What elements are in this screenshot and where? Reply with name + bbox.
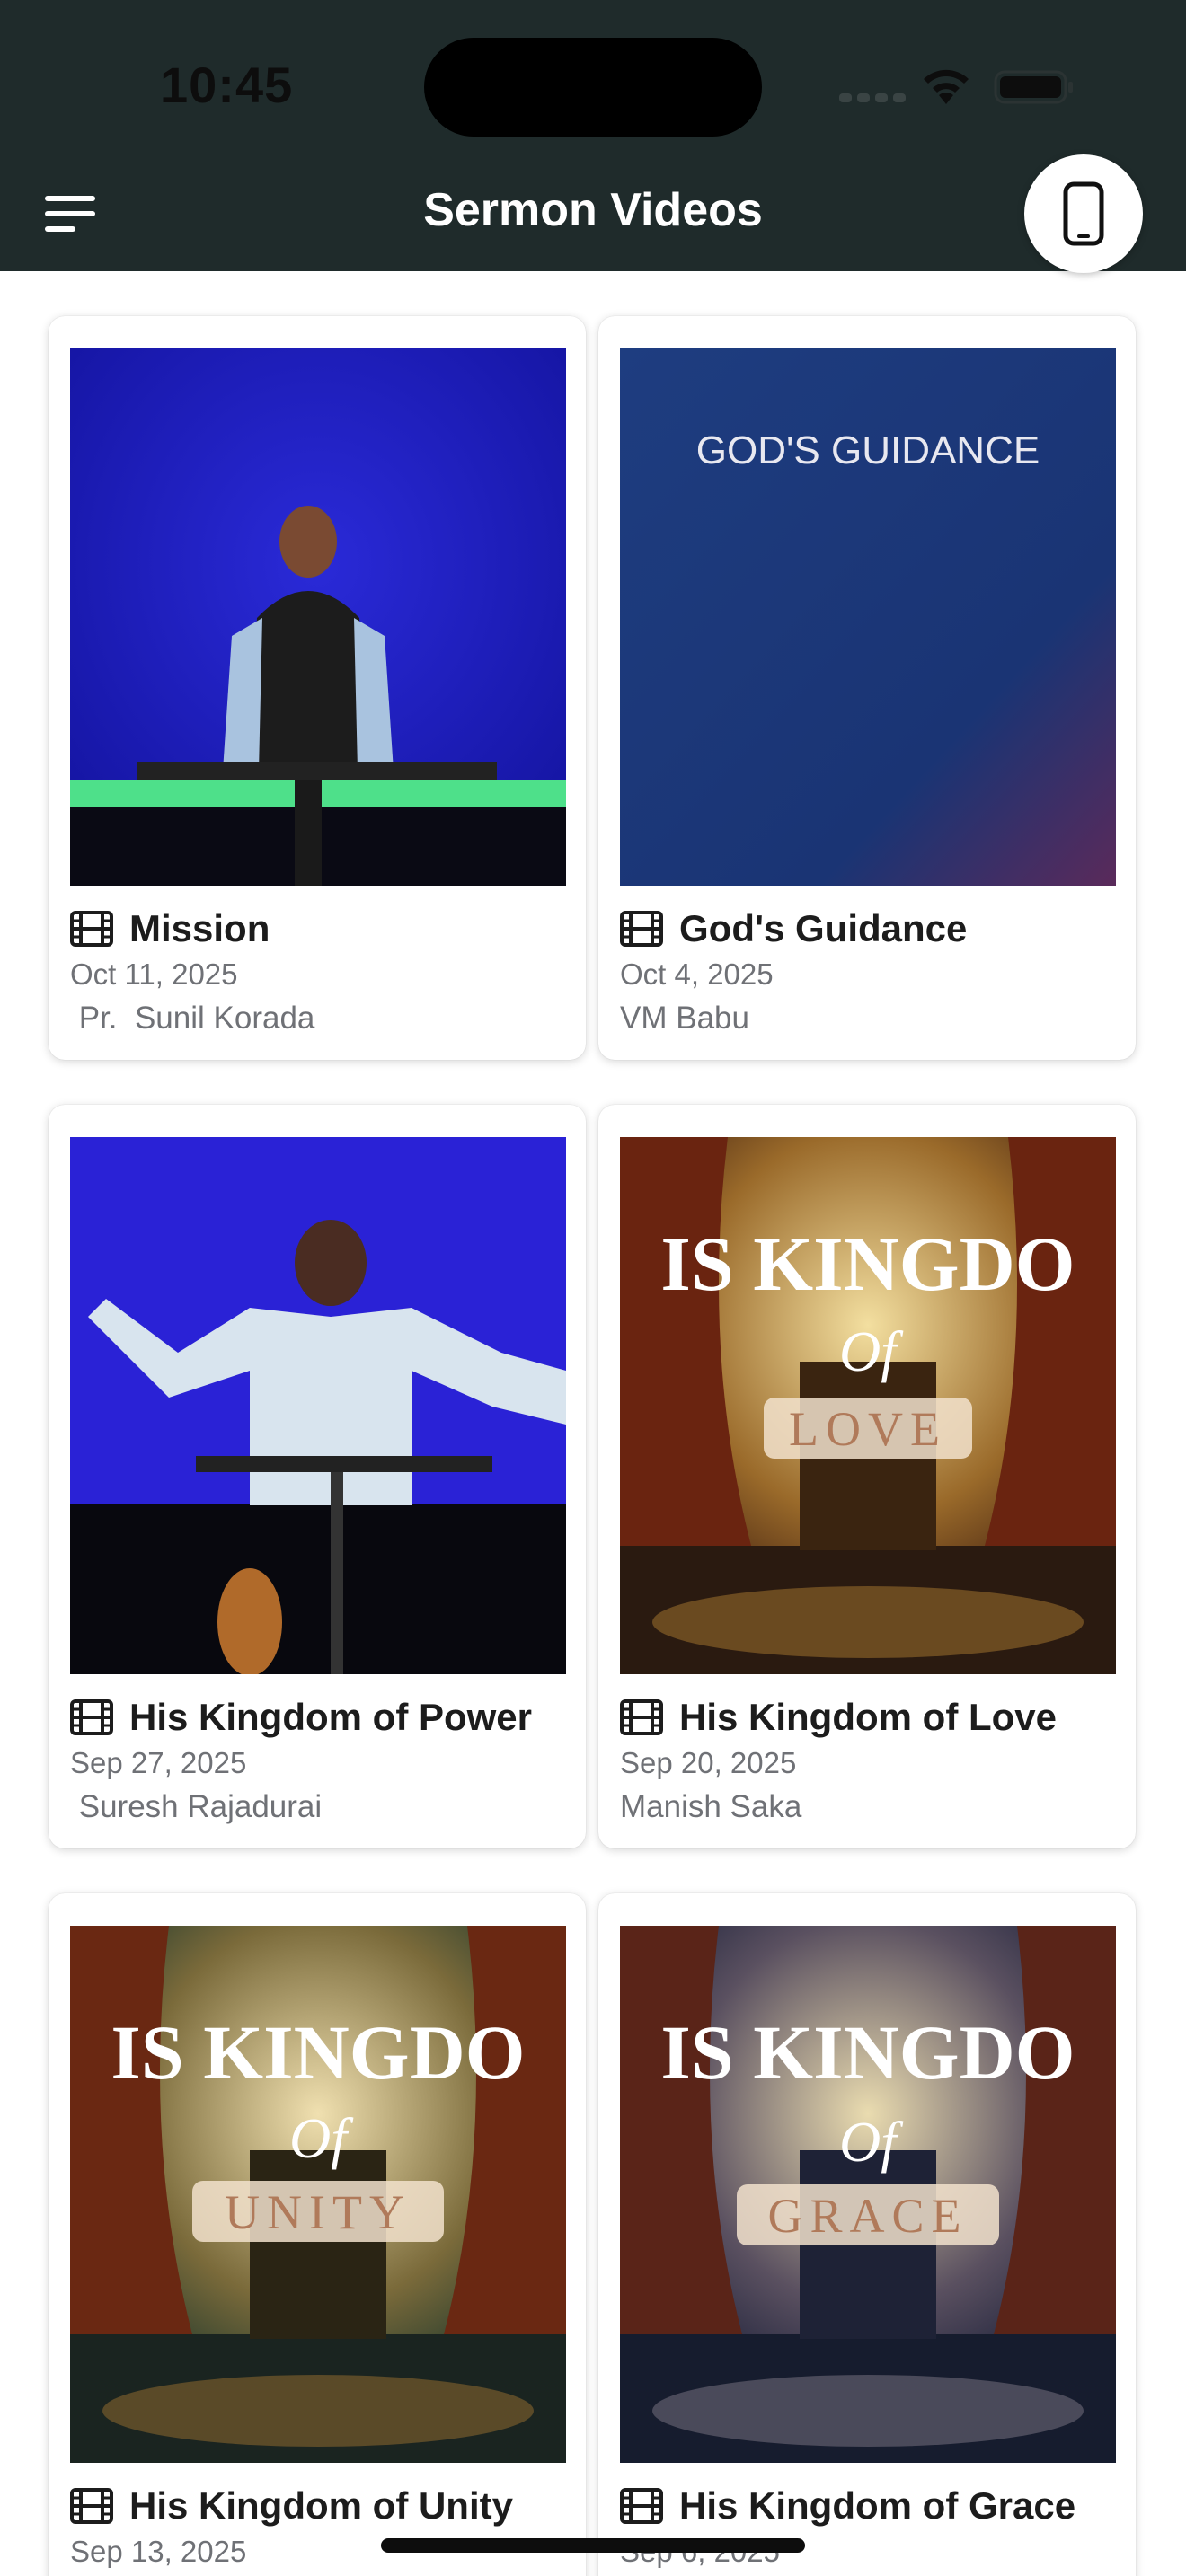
- thumbnail-word: GRACE: [767, 2189, 968, 2243]
- card-title-row: His Kingdom of Power: [70, 1690, 573, 1741]
- thumbnail-caption: GOD'S GUIDANCE: [696, 428, 1040, 472]
- film-icon: [70, 911, 113, 947]
- sermon-title: His Kingdom of Power: [129, 1696, 533, 1738]
- sermon-title: His Kingdom of Love: [679, 1696, 1057, 1738]
- card-title-row: His Kingdom of Grace: [620, 2479, 1123, 2529]
- sermon-title: God's Guidance: [679, 907, 968, 949]
- sermon-date: Oct 4, 2025: [620, 957, 774, 991]
- film-icon: [620, 911, 663, 947]
- wifi-icon: [924, 69, 969, 104]
- hamburger-menu-icon[interactable]: [45, 196, 95, 232]
- sermon-date: Sep 20, 2025: [620, 1746, 797, 1779]
- thumbnail-banner: IS KINGDO: [660, 1221, 1075, 1307]
- sermon-card[interactable]: GOD'S GUIDANCE God's Guidance Oct 4, 202…: [598, 316, 1136, 1060]
- sermon-card[interactable]: Mission Oct 11, 2025 Pr. Sunil Korada: [49, 316, 586, 1060]
- thumbnail-word: LOVE: [789, 1402, 947, 1456]
- video-thumbnail[interactable]: IS KINGDO Of GRACE: [620, 1926, 1116, 2463]
- page-title: Sermon Videos: [423, 184, 763, 236]
- sermon-card[interactable]: IS KINGDO Of GRACE His Kingdom of Grace …: [598, 1893, 1136, 2576]
- battery-icon: [994, 70, 1073, 104]
- film-icon: [70, 1699, 113, 1735]
- sermon-speaker: Pr. Sunil Korada: [70, 1001, 315, 1036]
- video-thumbnail[interactable]: IS KINGDO Of LOVE: [620, 1137, 1116, 1674]
- thumbnail-of-text: Of: [839, 2110, 904, 2174]
- sermon-title: Mission: [129, 907, 270, 949]
- card-title-row: His Kingdom of Love: [620, 1690, 1123, 1741]
- sermon-card[interactable]: IS KINGDO Of LOVE His Kingdom of Love Se…: [598, 1105, 1136, 1848]
- thumbnail-of-text: Of: [289, 2106, 354, 2170]
- card-title-row: Mission: [70, 902, 573, 952]
- sermon-date: Oct 11, 2025: [70, 957, 238, 991]
- app-header: 10:45 Sermon Videos: [0, 0, 1186, 273]
- sermon-date: Sep 27, 2025: [70, 1746, 247, 1779]
- thumbnail-word: UNITY: [225, 2185, 412, 2239]
- device-mode-button[interactable]: [1024, 154, 1143, 273]
- video-thumbnail[interactable]: [70, 1137, 566, 1674]
- thumbnail-banner: IS KINGDO: [111, 2009, 525, 2095]
- home-indicator[interactable]: [381, 2538, 805, 2553]
- thumbnail-of-text: Of: [839, 1319, 904, 1383]
- card-title-row: His Kingdom of Unity: [70, 2479, 573, 2529]
- thumbnail-banner: IS KINGDO: [660, 2009, 1075, 2095]
- sermon-date: Sep 13, 2025: [70, 2535, 247, 2568]
- sermon-speaker: Suresh Rajadurai: [70, 1789, 323, 1824]
- film-icon: [70, 2488, 113, 2524]
- card-title-row: God's Guidance: [620, 902, 1123, 952]
- dynamic-island: [424, 38, 762, 137]
- status-time: 10:45: [160, 57, 294, 113]
- sermon-card[interactable]: IS KINGDO Of UNITY His Kingdom of Unity …: [49, 1893, 586, 2576]
- sermon-speaker: VM Babu: [620, 1001, 749, 1036]
- sermon-card[interactable]: His Kingdom of Power Sep 27, 2025 Suresh…: [49, 1105, 586, 1848]
- film-icon: [620, 1699, 663, 1735]
- sermon-title: His Kingdom of Grace: [679, 2484, 1076, 2527]
- video-thumbnail[interactable]: [70, 348, 566, 886]
- sermon-speaker: Manish Saka: [620, 1789, 802, 1824]
- video-thumbnail[interactable]: GOD'S GUIDANCE: [620, 348, 1116, 886]
- sermon-title: His Kingdom of Unity: [129, 2484, 513, 2527]
- video-thumbnail[interactable]: IS KINGDO Of UNITY: [70, 1926, 566, 2463]
- film-icon: [620, 2488, 663, 2524]
- mobile-phone-icon: [1063, 181, 1104, 246]
